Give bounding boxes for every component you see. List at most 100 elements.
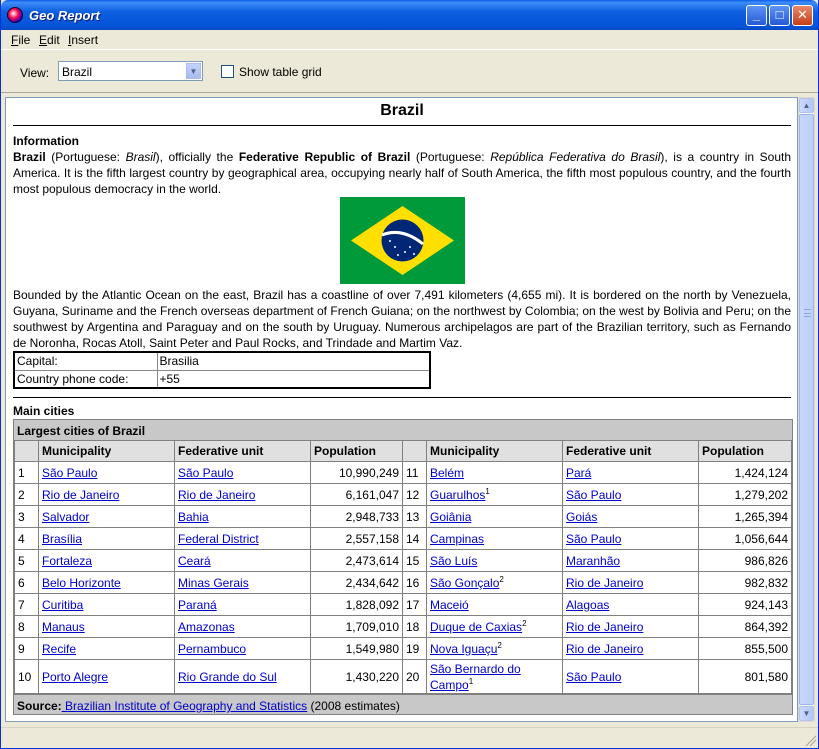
scrollbar-thumb[interactable]: [799, 114, 814, 705]
city-federative-unit: Amazonas: [174, 615, 311, 638]
intro-text-2: ), officially the: [155, 150, 239, 164]
city-federative-unit: Pernambuco: [174, 637, 311, 660]
unit-link[interactable]: São Paulo: [566, 488, 621, 502]
city-link[interactable]: Duque de Caxias: [430, 620, 522, 634]
city-link[interactable]: Nova Iguaçu: [430, 642, 497, 656]
menu-file[interactable]: File: [11, 33, 30, 47]
cities-caption: Largest cities of Brazil: [14, 420, 792, 440]
city-population: 1,828,092: [310, 593, 403, 616]
unit-link[interactable]: São Paulo: [566, 532, 621, 546]
intro-portuguese-name: Brasil: [125, 150, 156, 164]
unit-link[interactable]: Maranhão: [566, 554, 620, 568]
unit-link[interactable]: Minas Gerais: [178, 576, 249, 590]
unit-link[interactable]: Rio de Janeiro: [178, 488, 255, 502]
city-link[interactable]: Recife: [42, 642, 76, 656]
city-federative-unit: Goiás: [562, 505, 699, 528]
unit-link[interactable]: Rio Grande do Sul: [178, 670, 277, 684]
city-link[interactable]: Curitiba: [42, 598, 83, 612]
minimize-button[interactable]: _: [746, 5, 767, 26]
city-link[interactable]: São Luís: [430, 554, 477, 568]
city-link[interactable]: Maceió: [430, 598, 469, 612]
city-population: 2,434,642: [310, 571, 403, 594]
city-link[interactable]: Brasília: [42, 532, 82, 546]
city-link[interactable]: São Gonçalo: [430, 576, 499, 590]
city-municipality: Campinas: [426, 527, 563, 550]
maximize-button[interactable]: □: [769, 5, 790, 26]
city-link[interactable]: Goiânia: [430, 510, 471, 524]
city-link[interactable]: Campinas: [430, 532, 484, 546]
city-link[interactable]: Fortaleza: [42, 554, 92, 568]
scroll-up-icon[interactable]: ▲: [799, 98, 814, 113]
table-row: 7 Curitiba Paraná 1,828,092 17 Maceió Alagoas 9…: [14, 593, 792, 616]
unit-link[interactable]: Paraná: [178, 598, 217, 612]
title-bar[interactable]: Geo Report _ □ ✕: [1, 0, 818, 30]
city-link[interactable]: Belo Horizonte: [42, 576, 121, 590]
city-federative-unit: Alagoas: [562, 593, 699, 616]
city-municipality: São Luís: [426, 549, 563, 572]
report-view[interactable]: Brazil Information Brazil (Portuguese: B…: [5, 97, 798, 722]
city-link[interactable]: Porto Alegre: [42, 670, 108, 684]
city-link[interactable]: Guarulhos: [430, 488, 485, 502]
chevron-down-icon[interactable]: ▼: [186, 63, 201, 79]
city-link[interactable]: Salvador: [42, 510, 89, 524]
unit-link[interactable]: São Paulo: [566, 670, 621, 684]
city-population: 1,265,394: [698, 505, 792, 528]
city-federative-unit: São Paulo: [562, 527, 699, 550]
header-rank-right: [402, 440, 427, 462]
resize-grip-icon[interactable]: [804, 734, 816, 746]
city-population: 1,056,644: [698, 527, 792, 550]
unit-link[interactable]: Bahia: [178, 510, 209, 524]
unit-link[interactable]: Pará: [566, 466, 591, 480]
unit-link[interactable]: Amazonas: [178, 620, 235, 634]
source-note: (2008 estimates): [307, 699, 400, 713]
unit-link[interactable]: Ceará: [178, 554, 211, 568]
city-link[interactable]: Manaus: [42, 620, 85, 634]
city-municipality: Maceió: [426, 593, 563, 616]
show-grid-label[interactable]: Show table grid: [239, 65, 322, 79]
view-select[interactable]: Brazil ▼: [58, 61, 203, 81]
unit-link[interactable]: Rio de Janeiro: [566, 620, 643, 634]
show-grid-checkbox[interactable]: [221, 65, 234, 78]
source-link[interactable]: Brazilian Institute of Geography and Sta…: [62, 699, 307, 713]
city-rank: 10: [14, 659, 39, 694]
table-row: 3 Salvador Bahia 2,948,733 13 Goiânia Goiás 1,2…: [14, 505, 792, 528]
city-population: 1,709,010: [310, 615, 403, 638]
unit-link[interactable]: São Paulo: [178, 466, 233, 480]
unit-link[interactable]: Goiás: [566, 510, 597, 524]
cities-header-row: Municipality Federative unit Population …: [14, 440, 792, 462]
unit-link[interactable]: Rio de Janeiro: [566, 642, 643, 656]
city-municipality: Goiânia: [426, 505, 563, 528]
vertical-scrollbar[interactable]: ▲ ▼: [798, 97, 815, 722]
table-row: 5 Fortaleza Ceará 2,473,614 15 São Luís Maranh…: [14, 549, 792, 572]
city-link[interactable]: São Bernardo do Campo: [430, 662, 521, 692]
city-federative-unit: São Paulo: [562, 483, 699, 506]
close-button[interactable]: ✕: [792, 5, 813, 26]
intro-paragraph: Brazil (Portuguese: Brasil), officially …: [13, 149, 791, 197]
city-population: 10,990,249: [310, 461, 403, 484]
unit-link[interactable]: Alagoas: [566, 598, 609, 612]
menu-insert-label: nsert: [71, 33, 99, 47]
unit-link[interactable]: Rio de Janeiro: [566, 576, 643, 590]
menu-edit[interactable]: Edit: [39, 33, 60, 47]
toolbar: View: Brazil ▼ Show table grid: [1, 49, 818, 93]
city-rank: 12: [402, 483, 427, 506]
unit-link[interactable]: Pernambuco: [178, 642, 246, 656]
info-heading: Information: [13, 134, 79, 148]
city-population: 986,826: [698, 549, 792, 572]
city-link[interactable]: São Paulo: [42, 466, 97, 480]
city-link[interactable]: Rio de Janeiro: [42, 488, 119, 502]
scroll-down-icon[interactable]: ▼: [799, 706, 814, 721]
city-population: 2,473,614: [310, 549, 403, 572]
menu-insert[interactable]: Insert: [68, 33, 98, 47]
fact-value: Brasilia: [156, 351, 431, 371]
city-population: 6,161,047: [310, 483, 403, 506]
cities-table-body: 1 São Paulo São Paulo 10,990,249 11 Belém Pará…: [14, 461, 792, 694]
city-link[interactable]: Belém: [430, 466, 464, 480]
city-municipality: Belém: [426, 461, 563, 484]
city-municipality: Brasília: [38, 527, 175, 550]
header-population: Population: [310, 440, 403, 462]
view-label: View:: [20, 66, 50, 80]
unit-link[interactable]: Federal District: [178, 532, 259, 546]
city-federative-unit: Rio de Janeiro: [562, 571, 699, 594]
city-federative-unit: Ceará: [174, 549, 311, 572]
